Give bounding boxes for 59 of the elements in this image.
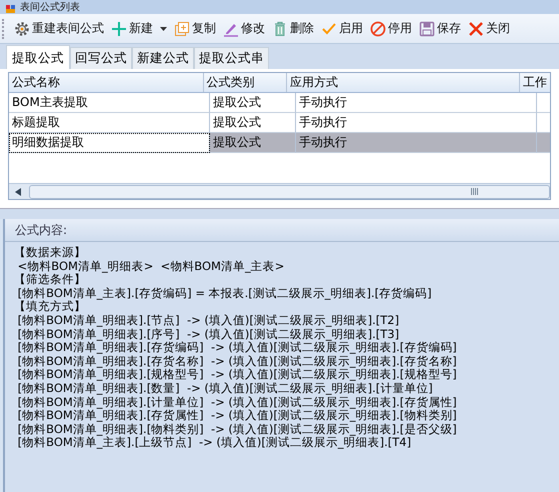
- copy-icon: [174, 20, 190, 36]
- formula-line: 【填充方式】: [14, 300, 86, 314]
- table-cell: 明细数据提取: [9, 133, 210, 153]
- toolbar-button[interactable]: 启用: [318, 18, 366, 39]
- plus-icon: [111, 20, 127, 36]
- formula-line: 【数据来源】: [14, 246, 86, 260]
- close-icon: [468, 20, 484, 36]
- column-header[interactable]: 公式类别: [204, 73, 287, 92]
- tab[interactable]: 提取公式串: [194, 47, 269, 69]
- formula-line: [物料BOM清单_明细表].[计量单位] -> (填入值)[测试二级展示_明细表].[存货属性]: [16, 396, 457, 409]
- table-cell: [537, 133, 550, 153]
- toolbar-button[interactable]: 修改: [220, 18, 268, 39]
- formula-line: [物料BOM清单_明细表].[序号] -> (填入值)[测试二级展示_明细表].[T3]: [16, 328, 400, 341]
- toolbar-button[interactable]: 删除: [269, 18, 317, 39]
- panel-title: 公式内容:: [15, 222, 68, 238]
- formula-line: [物料BOM清单_主表].[存货编码] = 本报表.[测试二级展示_明细表].[存货编码]: [16, 286, 432, 300]
- toolbar-grip[interactable]: [2, 18, 6, 38]
- check-icon: [321, 20, 337, 36]
- toolbar-button[interactable]: 保存: [416, 18, 464, 39]
- table-row[interactable]: BOM主表提取 提取公式 手动执行: [9, 93, 550, 113]
- table-cell: 提取公式: [210, 133, 296, 153]
- column-header[interactable]: 工作: [520, 73, 550, 92]
- tab[interactable]: 提取公式: [6, 45, 70, 69]
- window-title: 表间公式列表: [20, 1, 80, 14]
- formula-line: [物料BOM清单_明细表].[存货编码] -> (填入值)[测试二级展示_明细表].[存货编码]: [16, 341, 457, 355]
- tab[interactable]: 新建公式: [132, 47, 194, 69]
- grip-icon: [471, 188, 479, 195]
- app-icon: [6, 5, 16, 13]
- formula-line: [物料BOM清单_主表].[上级节点] -> (填入值)[测试二级展示_明细表].[T4]: [16, 436, 412, 450]
- formula-line: 【筛选条件】: [14, 273, 86, 287]
- table-row[interactable]: 明细数据提取 提取公式 手动执行: [9, 133, 550, 153]
- formula-line: [物料BOM清单_明细表].[存货属性] -> (填入值)[测试二级展示_明细表].[物料类别]: [16, 409, 457, 423]
- scroll-thumb[interactable]: [29, 184, 550, 198]
- formula-line: [物料BOM清单_明细表].[规格型号] -> (填入值)[测试二级展示_明细表].[规格型号]: [16, 368, 457, 382]
- toolbar-button[interactable]: 关闭: [465, 18, 513, 39]
- splitter[interactable]: [0, 209, 559, 219]
- formula-line: [物料BOM清单_明细表].[节点] -> (填入值)[测试二级展示_明细表].[T2]: [16, 314, 400, 328]
- caret-icon: [160, 26, 167, 30]
- table-cell: 手动执行: [296, 93, 537, 113]
- formula-line: [物料BOM清单_明细表].[物料类别] -> (填入值)[测试二级展示_明细表].[是否父级]: [16, 422, 457, 436]
- formula-line: [物料BOM清单_明细表].[数量] -> (填入值)[测试二级展示_明细表].[计量单位]: [16, 382, 433, 396]
- save-icon: [419, 20, 435, 36]
- column-header[interactable]: 公式名称: [9, 73, 204, 92]
- trash-icon: [272, 20, 288, 36]
- table-cell: 提取公式: [210, 93, 296, 113]
- toolbar-button[interactable]: 复制: [171, 18, 219, 39]
- column-header[interactable]: 应用方式: [286, 73, 520, 92]
- gear-icon: [14, 20, 30, 36]
- ban-icon: [370, 20, 386, 36]
- toolbar-button[interactable]: 新建: [108, 18, 156, 39]
- table-cell: 手动执行: [296, 133, 537, 153]
- toolbar-button[interactable]: 停用: [367, 18, 415, 39]
- scroll-left-icon: [15, 188, 21, 196]
- horizontal-scrollbar[interactable]: [9, 183, 550, 199]
- table-cell: BOM主表提取: [9, 93, 210, 113]
- formula-line: [物料BOM清单_明细表].[存货名称] -> (填入值)[测试二级展示_明细表].[存货名称]: [16, 354, 457, 368]
- formula-line: <物料BOM清单_明细表> <物料BOM清单_主表>: [16, 260, 284, 274]
- toolbar-button[interactable]: 重建表间公式: [11, 18, 107, 39]
- tab[interactable]: 回写公式: [70, 47, 132, 69]
